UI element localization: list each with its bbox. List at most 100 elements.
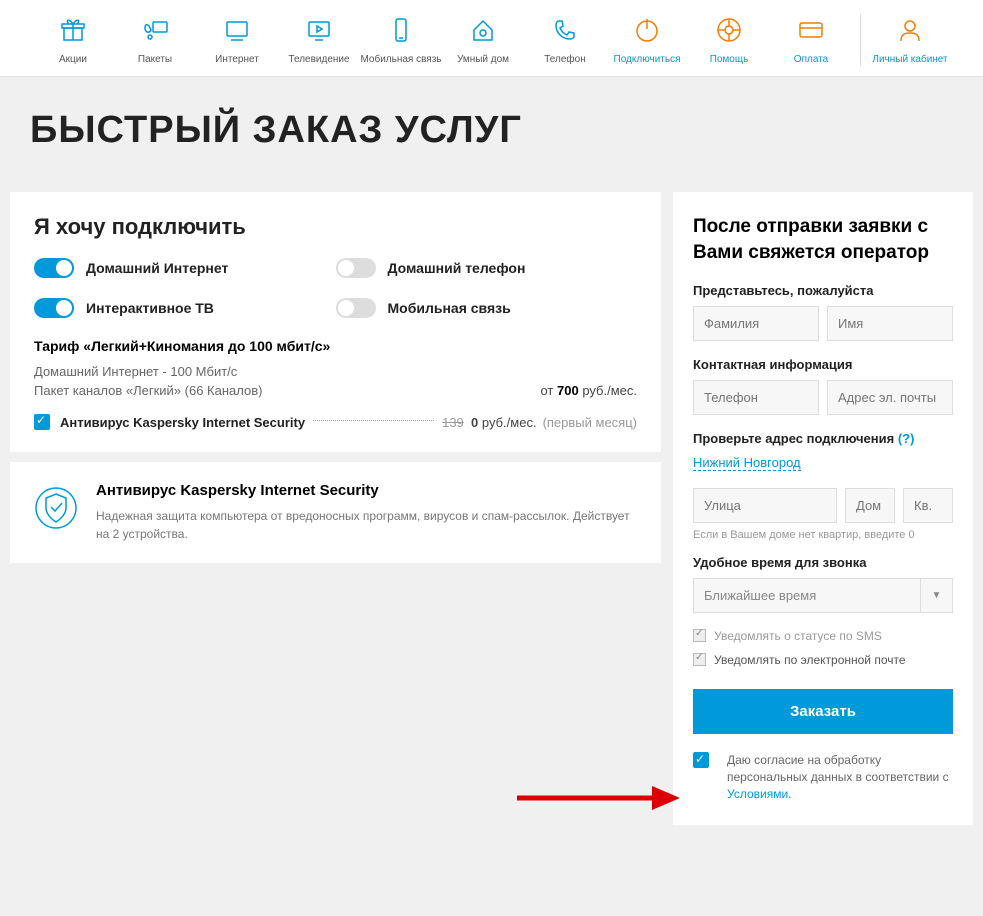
addon-row: Антивирус Kaspersky Internet Security 13… <box>34 414 637 430</box>
toggle-switch-3[interactable] <box>336 298 376 318</box>
dots-separator <box>313 420 434 421</box>
contact-label: Контактная информация <box>693 357 953 372</box>
nav-internet[interactable]: Интернет <box>196 14 278 66</box>
toggle-switch-0[interactable] <box>34 258 74 278</box>
toggle-label-2: Интерактивное ТВ <box>86 300 214 316</box>
nav-packages-icon <box>141 14 169 46</box>
city-link[interactable]: Нижний Новгород <box>693 455 801 471</box>
tariff-name: Тариф «Легкий+Киномания до 100 мбит/с» <box>34 338 637 354</box>
toggle-label-1: Домашний телефон <box>388 260 526 276</box>
nav-help[interactable]: Помощь <box>688 14 770 66</box>
help-icon[interactable]: (?) <box>898 431 915 446</box>
contact-row <box>693 380 953 415</box>
tariff-channels: Пакет каналов «Легкий» (66 Каналов) <box>34 383 262 398</box>
want-title: Я хочу подключить <box>34 214 637 240</box>
nav-account-icon <box>896 14 924 46</box>
nav-packages-label: Пакеты <box>138 54 172 66</box>
email-notify-label: Уведомлять по электронной почте <box>714 653 906 667</box>
form-heading: После отправки заявки с Вами свяжется оп… <box>693 214 953 265</box>
sms-label: Уведомлять о статусе по SMS <box>714 629 882 643</box>
nav-smarthome-icon <box>469 14 497 46</box>
apt-input[interactable] <box>903 488 953 523</box>
tariff-line-1: Домашний Интернет - 100 Мбит/с <box>34 364 637 379</box>
toggle-item-2: Интерактивное ТВ <box>34 298 336 318</box>
sms-checkbox[interactable] <box>693 629 706 642</box>
info-text: Антивирус Kaspersky Internet Security На… <box>96 482 637 543</box>
email-input[interactable] <box>827 380 953 415</box>
toggle-switch-2[interactable] <box>34 298 74 318</box>
nav-account[interactable]: Личный кабинет <box>869 14 951 66</box>
nav-account-label: Личный кабинет <box>872 54 947 66</box>
time-select[interactable]: Ближайшее время ▼ <box>693 578 953 613</box>
nav-mobile-icon <box>387 14 415 46</box>
order-button[interactable]: Заказать <box>693 689 953 734</box>
nav-smarthome-label: Умный дом <box>457 54 509 66</box>
nav-mobile[interactable]: Мобильная связь <box>360 14 442 66</box>
consent-row: Даю согласие на обработку персональных д… <box>693 752 953 802</box>
toggle-container: Домашний Интернет Домашний телефон Интерак… <box>34 258 637 318</box>
nav-help-label: Помощь <box>710 54 749 66</box>
chevron-down-icon: ▼ <box>920 579 952 612</box>
nav-internet-icon <box>223 14 251 46</box>
addon-note: (первый месяц) <box>543 415 637 430</box>
addon-price: 139 0 руб./мес. <box>442 415 536 430</box>
toggle-switch-1[interactable] <box>336 258 376 278</box>
antivirus-info-panel: Антивирус Kaspersky Internet Security На… <box>10 462 661 563</box>
content-area: Я хочу подключить Домашний ИнтернетДомаш… <box>0 192 983 845</box>
info-title: Антивирус Kaspersky Internet Security <box>96 482 637 499</box>
intro-label: Представьтесь, пожалуйста <box>693 283 953 298</box>
services-panel: Я хочу подключить Домашний ИнтернетДомаш… <box>10 192 661 452</box>
toggle-label-0: Домашний Интернет <box>86 260 228 276</box>
nav-connect-icon <box>633 14 661 46</box>
address-row <box>693 488 953 523</box>
nav-help-icon <box>715 14 743 46</box>
toggle-label-3: Мобильная связь <box>388 300 511 316</box>
toggle-item-0: Домашний Интернет <box>34 258 336 278</box>
order-form-panel: После отправки заявки с Вами свяжется оп… <box>673 192 973 825</box>
lastname-input[interactable] <box>693 306 819 341</box>
nav-promo[interactable]: Акции <box>32 14 114 66</box>
email-checkbox[interactable] <box>693 653 706 666</box>
nav-payment[interactable]: Оплата <box>770 14 852 66</box>
nav-tv[interactable]: Телевидение <box>278 14 360 66</box>
time-label: Удобное время для звонка <box>693 555 953 570</box>
consent-checkbox[interactable] <box>693 752 709 768</box>
phone-input[interactable] <box>693 380 819 415</box>
nav-connect[interactable]: Подключиться <box>606 14 688 66</box>
street-input[interactable] <box>693 488 837 523</box>
nav-tv-icon <box>305 14 333 46</box>
nav-connect-label: Подключиться <box>614 54 681 66</box>
consent-link[interactable]: Условиями <box>727 787 788 801</box>
sms-notify-row: Уведомлять о статусе по SMS <box>693 629 953 643</box>
nav-promo-label: Акции <box>59 54 87 66</box>
email-notify-row: Уведомлять по электронной почте <box>693 653 953 667</box>
shield-icon <box>34 482 78 543</box>
firstname-input[interactable] <box>827 306 953 341</box>
info-desc: Надежная защита компьютера от вредоносны… <box>96 507 637 543</box>
name-row <box>693 306 953 341</box>
apt-hint: Если в Вашем доме нет квартир, введите 0 <box>693 529 953 541</box>
city-line: Нижний Новгород <box>693 454 953 472</box>
consent-text: Даю согласие на обработку персональных д… <box>727 752 953 802</box>
tariff-line-2: Пакет каналов «Легкий» (66 Каналов) от 7… <box>34 383 637 398</box>
nav-smarthome[interactable]: Умный дом <box>442 14 524 66</box>
right-column: После отправки заявки с Вами свяжется оп… <box>673 192 973 825</box>
house-input[interactable] <box>845 488 895 523</box>
nav-packages[interactable]: Пакеты <box>114 14 196 66</box>
left-column: Я хочу подключить Домашний ИнтернетДомаш… <box>10 192 661 825</box>
addon-checkbox[interactable] <box>34 414 50 430</box>
tariff-price: от 700 руб./мес. <box>540 383 637 398</box>
nav-mobile-label: Мобильная связь <box>360 54 441 66</box>
nav-internet-label: Интернет <box>215 54 259 66</box>
address-label: Проверьте адрес подключения (?) <box>693 431 953 446</box>
nav-phone-icon <box>551 14 579 46</box>
nav-tv-label: Телевидение <box>288 54 349 66</box>
toggle-item-3: Мобильная связь <box>336 298 638 318</box>
nav-payment-icon <box>797 14 825 46</box>
nav-payment-label: Оплата <box>794 54 828 66</box>
time-select-value: Ближайшее время <box>694 579 920 612</box>
top-navigation: Акции Пакеты Интернет Телевидение Мобильная … <box>0 0 983 77</box>
nav-promo-icon <box>59 14 87 46</box>
nav-phone[interactable]: Телефон <box>524 14 606 66</box>
nav-phone-label: Телефон <box>544 54 585 66</box>
